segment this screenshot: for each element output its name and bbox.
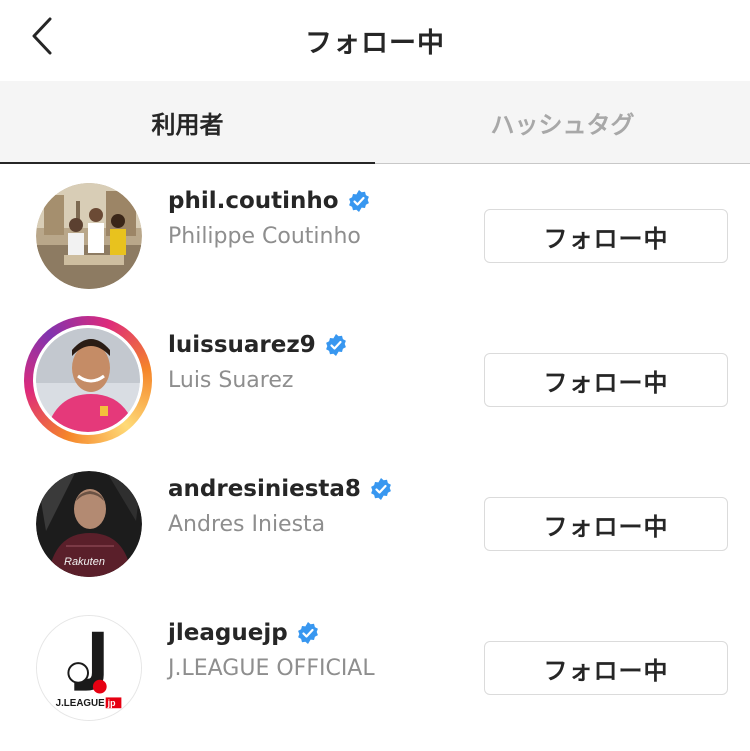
story-ring	[33, 325, 143, 435]
following-button[interactable]: フォロー中	[484, 497, 728, 551]
page-title: フォロー中	[305, 28, 445, 59]
avatar[interactable]: J.LEAGUE jp	[30, 609, 148, 727]
list-item[interactable]: phil.coutinho Philippe Coutinho フォロー中	[0, 164, 750, 308]
tab-bar: 利用者 ハッシュタグ	[0, 81, 750, 164]
verified-badge-icon	[371, 478, 391, 500]
user-info: andresiniesta8 Andres Iniesta	[168, 476, 393, 537]
user-info: luissuarez9 Luis Suarez	[168, 332, 348, 393]
tab-users[interactable]: 利用者	[0, 81, 375, 164]
profile-photo	[36, 183, 142, 289]
sponsor-logo-text: Rakuten	[64, 556, 105, 568]
verified-badge-icon	[325, 334, 346, 356]
back-button[interactable]	[22, 12, 62, 60]
list-item[interactable]: luissuarez9 Luis Suarez フォロー中	[0, 308, 750, 452]
profile-photo: J.LEAGUE jp	[36, 615, 142, 721]
following-button[interactable]: フォロー中	[484, 641, 728, 695]
following-button[interactable]: フォロー中	[484, 209, 728, 263]
username[interactable]: phil.coutinho	[168, 188, 339, 214]
top-navigation-bar: フォロー中	[0, 0, 750, 81]
tab-hashtags[interactable]: ハッシュタグ	[375, 81, 750, 163]
verified-badge-icon	[297, 622, 318, 644]
full-name: Andres Iniesta	[168, 512, 326, 537]
following-list: phil.coutinho Philippe Coutinho フォロー中 lu…	[0, 164, 750, 740]
user-info: phil.coutinho Philippe Coutinho	[168, 188, 371, 249]
full-name: Luis Suarez	[168, 368, 294, 393]
list-item[interactable]: J.LEAGUE jp jleaguejp J.LEAGUE OFFICIAL …	[0, 596, 750, 740]
chevron-left-icon	[32, 17, 52, 55]
list-item[interactable]: Rakuten andresiniesta8 Andres Iniesta フォ…	[0, 452, 750, 596]
league-logo-text: J.LEAGUE	[56, 698, 105, 709]
full-name: Philippe Coutinho	[168, 224, 361, 249]
avatar[interactable]	[24, 316, 152, 444]
full-name: J.LEAGUE OFFICIAL	[168, 656, 375, 681]
user-info: jleaguejp J.LEAGUE OFFICIAL	[168, 620, 375, 681]
verified-badge-icon	[348, 190, 369, 212]
league-logo-badge: jp	[107, 698, 116, 708]
profile-photo: Rakuten	[36, 471, 142, 577]
profile-photo	[36, 328, 140, 432]
username[interactable]: jleaguejp	[168, 620, 288, 646]
avatar[interactable]	[30, 177, 148, 295]
following-button[interactable]: フォロー中	[484, 353, 728, 407]
username[interactable]: luissuarez9	[168, 332, 316, 358]
avatar[interactable]: Rakuten	[30, 465, 148, 583]
username[interactable]: andresiniesta8	[168, 476, 361, 502]
